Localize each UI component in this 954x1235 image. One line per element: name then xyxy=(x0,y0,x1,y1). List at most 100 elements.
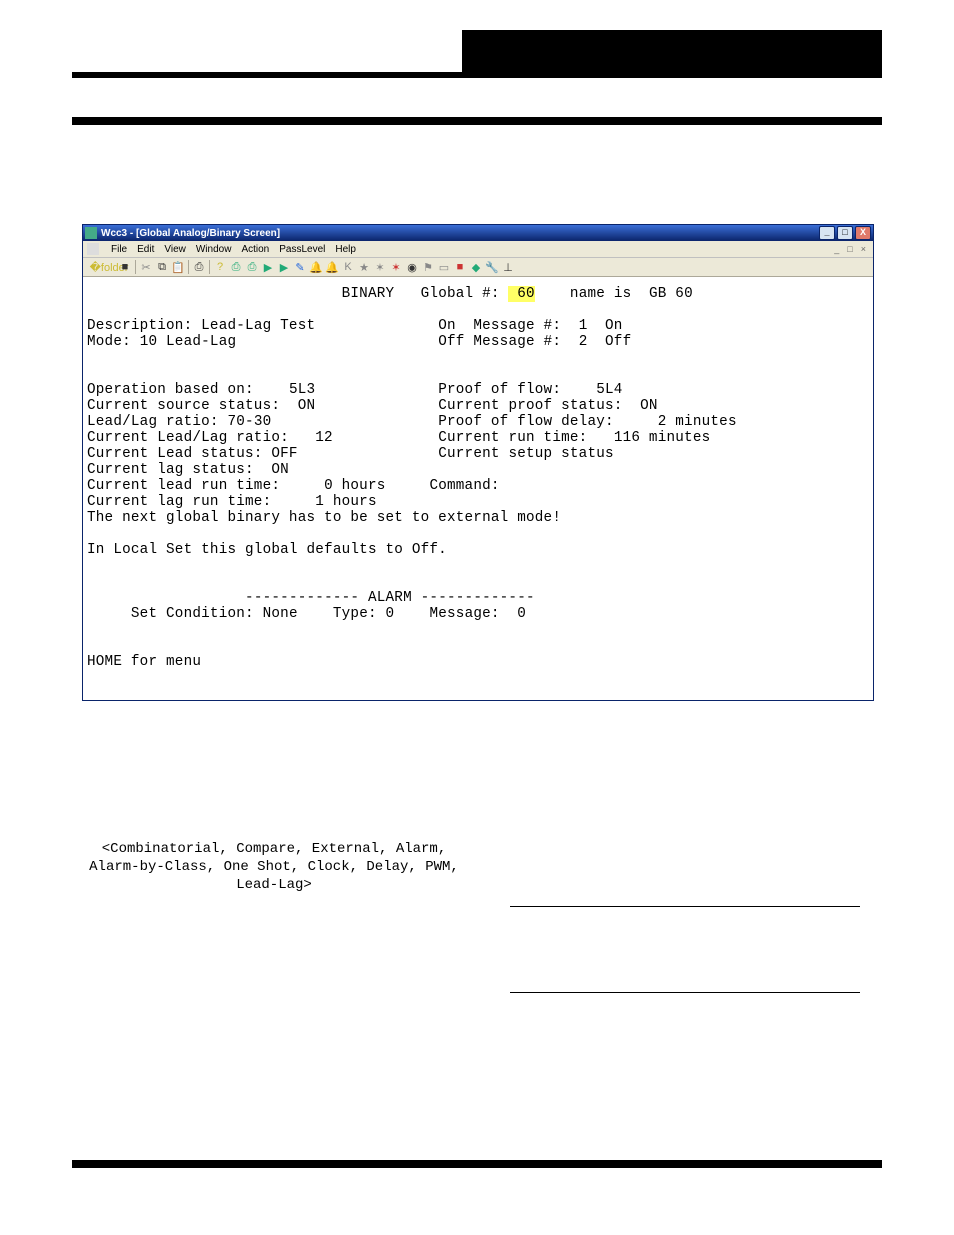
app-window: Wcc3 - [Global Analog/Binary Screen] _ □… xyxy=(82,224,874,701)
alarm-type-value: 0 xyxy=(386,606,395,622)
note-icon[interactable]: ✎ xyxy=(292,259,308,275)
mdi-close[interactable]: × xyxy=(858,244,869,254)
global-number-field[interactable]: 60 xyxy=(508,286,534,302)
star2-icon[interactable]: ✶ xyxy=(372,259,388,275)
top-rule xyxy=(72,72,882,78)
mdi-controls: _ □ × xyxy=(831,244,869,254)
printer-a-icon[interactable]: ⎙ xyxy=(228,259,244,275)
proof-status-label: Current proof status: xyxy=(438,398,622,414)
copy-icon[interactable]: ⧉ xyxy=(154,259,170,275)
lag-status-value: ON xyxy=(271,462,289,478)
star-icon[interactable]: ★ xyxy=(356,259,372,275)
menu-bar: File Edit View Window Action PassLevel H… xyxy=(83,241,873,258)
alarm-type-label: Type: xyxy=(333,606,377,622)
menu-edit[interactable]: Edit xyxy=(137,244,154,255)
next-global-msg: The next global binary has to be set to … xyxy=(87,510,561,526)
menu-help[interactable]: Help xyxy=(335,244,356,255)
body-line-1: <Combinatorial, Compare, External, Alarm… xyxy=(84,840,464,858)
set-cond-label: Set Condition: xyxy=(131,606,254,622)
body-line-2: Alarm-by-Class, One Shot, Clock, Delay, … xyxy=(84,858,464,876)
title-bar[interactable]: Wcc3 - [Global Analog/Binary Screen] _ □… xyxy=(83,225,873,241)
save-icon[interactable]: ■ xyxy=(117,259,133,275)
k-icon[interactable]: K xyxy=(340,259,356,275)
off-message-label: Off Message #: xyxy=(438,334,561,350)
mdi-icon xyxy=(87,243,99,255)
binary-label: BINARY xyxy=(342,286,395,302)
print-icon[interactable]: ⎙ xyxy=(191,259,207,275)
src-status-label: Current source status: xyxy=(87,398,280,414)
lag-status-label: Current lag status: xyxy=(87,462,254,478)
menu-file[interactable]: File xyxy=(111,244,127,255)
mdi-min[interactable]: _ xyxy=(831,244,842,254)
body-line-3: Lead-Lag> xyxy=(84,876,464,894)
setup-status-label: Current setup status xyxy=(438,446,614,462)
alarm-message-value: 0 xyxy=(517,606,526,622)
clock-icon[interactable]: ◉ xyxy=(404,259,420,275)
minimize-button[interactable]: _ xyxy=(819,226,835,240)
local-default-msg: In Local Set this global defaults to Off… xyxy=(87,542,447,558)
proof-status-value: ON xyxy=(640,398,658,414)
thin-rule-1 xyxy=(510,906,860,907)
alarm-message-label: Message: xyxy=(429,606,499,622)
bell-icon[interactable]: 🔔 xyxy=(308,259,324,275)
toolbar: ▫ �folder ■ ✂ ⧉ 📋 ⎙ ? ⎙ ⎙ ▶ ▶ ✎ 🔔 🔔 K ★ … xyxy=(83,258,873,277)
proof-flow-value: 5L4 xyxy=(596,382,622,398)
mode-value: 10 Lead-Lag xyxy=(140,334,237,350)
thin-rule-2 xyxy=(510,992,860,993)
run-icon[interactable]: ▶ xyxy=(260,259,276,275)
op-based-label: Operation based on: xyxy=(87,382,254,398)
help-icon[interactable]: ? xyxy=(212,259,228,275)
lag-run-value: 1 hours xyxy=(315,494,376,510)
box-icon[interactable]: ▭ xyxy=(436,259,452,275)
paste-icon[interactable]: 📋 xyxy=(170,259,186,275)
printer-b-icon[interactable]: ⎙ xyxy=(244,259,260,275)
run-time-label: Current run time: xyxy=(438,430,587,446)
proof-delay-value: 2 minutes xyxy=(658,414,737,430)
alarm-divider: ------------- ALARM ------------- xyxy=(245,590,535,606)
lag-run-label: Current lag run time: xyxy=(87,494,271,510)
on-message-num: 1 xyxy=(579,318,588,334)
src-status-value: ON xyxy=(298,398,316,414)
page-body-text: <Combinatorial, Compare, External, Alarm… xyxy=(84,840,464,894)
on-message-text: On xyxy=(605,318,623,334)
header-black-box xyxy=(462,30,882,72)
green-arrow-icon[interactable]: ◆ xyxy=(468,259,484,275)
menu-window[interactable]: Window xyxy=(196,244,232,255)
menu-view[interactable]: View xyxy=(164,244,186,255)
toolbar-sep xyxy=(135,260,136,274)
bell-mute-icon[interactable]: 🔔 xyxy=(324,259,340,275)
star-red-icon[interactable]: ✶ xyxy=(388,259,404,275)
menu-passlevel[interactable]: PassLevel xyxy=(279,244,325,255)
run2-icon[interactable]: ▶ xyxy=(276,259,292,275)
lead-status-label: Current Lead status: xyxy=(87,446,263,462)
red-dot-icon[interactable]: ■ xyxy=(452,259,468,275)
off-message-num: 2 xyxy=(579,334,588,350)
mode-label: Mode: xyxy=(87,334,131,350)
global-label: Global #: xyxy=(421,286,500,302)
on-message-label: On Message #: xyxy=(438,318,561,334)
proof-delay-label: Proof of flow delay: xyxy=(438,414,614,430)
tree-icon[interactable]: ⊥ xyxy=(500,259,516,275)
window-controls: _ □ X xyxy=(819,226,871,240)
lead-run-label: Current lead run time: xyxy=(87,478,280,494)
run-time-value: 116 minutes xyxy=(614,430,711,446)
menu-action[interactable]: Action xyxy=(241,244,269,255)
name-label: name is xyxy=(570,286,631,302)
off-message-text: Off xyxy=(605,334,631,350)
cur-ll-ratio-value: 12 xyxy=(315,430,333,446)
open-icon[interactable]: �folder xyxy=(101,259,117,275)
set-cond-value: None xyxy=(263,606,298,622)
ll-ratio-label: Lead/Lag ratio: xyxy=(87,414,219,430)
mdi-max[interactable]: □ xyxy=(844,244,855,254)
maximize-button[interactable]: □ xyxy=(837,226,853,240)
wrench-icon[interactable]: 🔧 xyxy=(484,259,500,275)
window-title: Wcc3 - [Global Analog/Binary Screen] xyxy=(101,228,280,239)
toolbar-sep xyxy=(209,260,210,274)
cut-icon[interactable]: ✂ xyxy=(138,259,154,275)
content-area[interactable]: BINARY Global #: 60 name is GB 60 Descri… xyxy=(83,277,873,700)
cur-ll-ratio-label: Current Lead/Lag ratio: xyxy=(87,430,289,446)
proof-flow-label: Proof of flow: xyxy=(438,382,561,398)
lead-run-value: 0 hours xyxy=(324,478,385,494)
flag-icon[interactable]: ⚑ xyxy=(420,259,436,275)
close-button[interactable]: X xyxy=(855,226,871,240)
